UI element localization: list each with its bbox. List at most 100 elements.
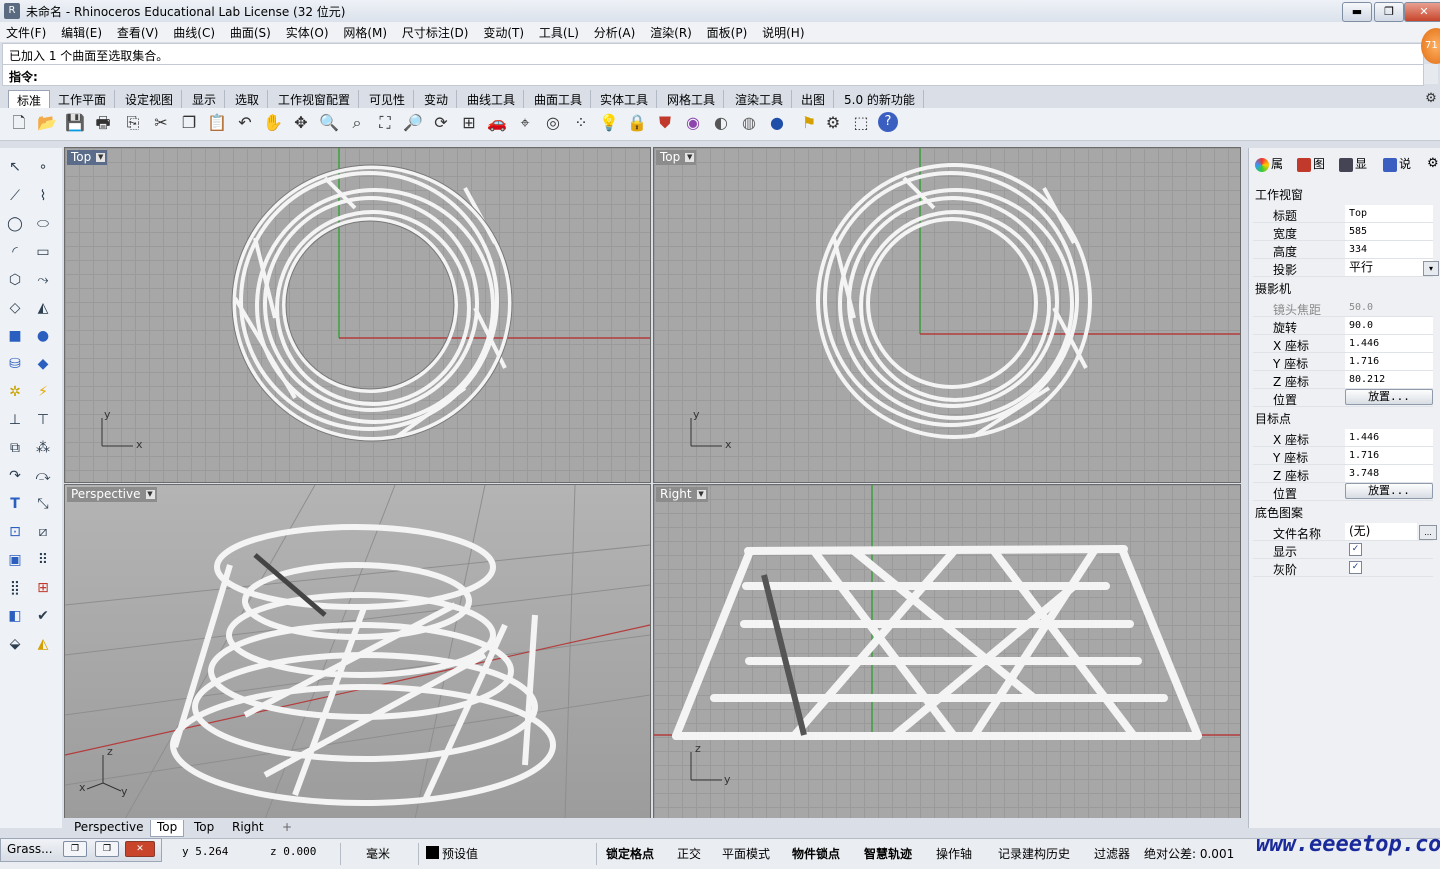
light-bulb-icon[interactable]: 💡 [598,112,620,134]
fillet-icon[interactable]: ⁂ [32,437,54,459]
point-icon[interactable]: ∘ [32,156,54,178]
ellipse-icon[interactable]: ⬭ [32,213,54,235]
tab-transform[interactable]: 变动 [416,90,458,108]
viewport-menu-chevron-icon[interactable]: ▼ [96,153,106,162]
gumball-toggle[interactable]: 操作轴 [936,845,972,862]
title-field[interactable]: Top [1345,205,1433,222]
panel-tab-display[interactable]: 显 [1337,154,1367,174]
undo-icon[interactable]: ↶ [234,112,256,134]
viewport-tab-right[interactable]: Right [226,820,270,836]
camera-icon[interactable]: ⌖ [514,112,536,134]
surface-curve-icon[interactable]: ◭ [32,297,54,319]
menu-surface[interactable]: 曲面(S) [224,22,276,41]
car-icon[interactable]: 🚗 [486,112,508,134]
toolbar-settings-gear-icon[interactable]: ⚙ [1420,88,1440,110]
align-icon[interactable]: ⣿ [4,577,26,599]
record-history-toggle[interactable]: 记录建构历史 [998,845,1070,862]
show-checkbox[interactable]: ✓ [1349,543,1362,556]
save-icon[interactable]: 💾 [64,112,86,134]
projection-chevron-down-icon[interactable]: ▾ [1423,261,1439,276]
new-file-icon[interactable]: 🗋 [8,112,30,134]
height-field[interactable]: 334 [1345,241,1433,258]
tab-set-view[interactable]: 设定视图 [117,90,183,108]
viewport-label-perspective[interactable]: Perspective ▼ [67,487,157,502]
rhino-app-icon[interactable]: R [4,3,20,19]
projection-select[interactable]: 平行 [1345,259,1433,276]
target-z-field[interactable]: 3.748 [1345,465,1433,482]
menu-mesh[interactable]: 网格(M) [337,22,392,41]
chamfer-icon[interactable]: ↷ [4,465,26,487]
zoom-icon[interactable]: 🔍 [318,112,340,134]
group-icon[interactable]: ⧉ [4,437,26,459]
shield-icon[interactable]: ⛊ [654,112,676,134]
close-button[interactable]: ✕ [1404,2,1440,22]
pan-hand-icon[interactable]: ✋ [262,112,284,134]
polygon-icon[interactable]: ⬡ [4,269,26,291]
panel-tab-properties[interactable]: 属 [1253,154,1283,174]
minimize-button[interactable]: ▬ [1342,2,1372,22]
cut-icon[interactable]: ✂ [150,112,172,134]
sphere-icon[interactable]: ● [32,325,54,347]
viewport-label-top-2[interactable]: Top ▼ [656,150,697,165]
transform-icon[interactable]: ⧄ [32,521,54,543]
box-icon[interactable]: ■ [4,325,26,347]
grasshopper-minimized-window[interactable]: Grass... ❐ ❐ ✕ [0,838,162,862]
tab-mesh-tools[interactable]: 网格工具 [659,90,725,108]
menu-solid[interactable]: 实体(O) [280,22,334,41]
layer-label[interactable]: 预设值 [442,845,478,862]
analysis-icon[interactable]: ▣ [4,549,26,571]
menu-edit[interactable]: 编辑(E) [55,22,107,41]
maximize-button[interactable]: ❐ [1374,2,1404,22]
planar-toggle[interactable]: 平面模式 [722,845,770,862]
rotate-view-icon[interactable]: ⟳ [430,112,452,134]
import-icon[interactable]: ⎘ [122,112,144,134]
filter-toggle[interactable]: 过滤器 [1094,845,1130,862]
target-y-field[interactable]: 1.716 [1345,447,1433,464]
array-grid-icon[interactable]: ⠿ [32,549,54,571]
color-wheel-icon[interactable]: ◉ [682,112,704,134]
menu-help[interactable]: 说明(H) [756,22,809,41]
open-folder-icon[interactable]: 📂 [36,112,58,134]
add-viewport-tab-button[interactable]: + [276,820,298,836]
grasshopper-close-button[interactable]: ✕ [125,841,155,857]
grayscale-checkbox[interactable]: ✓ [1349,561,1362,574]
ortho-toggle[interactable]: 正交 [677,845,701,862]
polyline-icon[interactable]: ⟋ [4,185,26,207]
light-icon[interactable]: ◭ [32,633,54,655]
tab-curve-tools[interactable]: 曲线工具 [459,90,525,108]
tab-drafting[interactable]: 出图 [793,90,835,108]
osnap-toggle[interactable]: 物件锁点 [792,845,840,862]
cylinder-icon[interactable]: ⛁ [4,353,26,375]
render-icon[interactable]: ◧ [4,605,26,627]
shaded-sphere-icon[interactable]: ◍ [738,112,760,134]
circle-icon[interactable]: ◯ [4,213,26,235]
viewport-tab-top[interactable]: Top [150,820,185,837]
panel-gear-icon[interactable]: ⚙ [1425,154,1439,174]
menu-analyze[interactable]: 分析(A) [588,22,641,41]
select-arrow-icon[interactable]: ↖ [4,156,26,178]
text-icon[interactable]: T [4,493,26,515]
paste-icon[interactable]: 📋 [206,112,228,134]
surface-corner-icon[interactable]: ◇ [4,297,26,319]
material-icon[interactable]: ⬙ [4,633,26,655]
boolean-icon[interactable]: ✲ [4,381,26,403]
array-icon[interactable]: ⤡ [32,493,54,515]
grasshopper-maximize-button[interactable]: ❐ [95,841,119,857]
viewport-menu-chevron-icon[interactable]: ▼ [685,153,695,162]
curve-edit-icon[interactable]: ⤳ [32,269,54,291]
target-place-button[interactable]: 放置... [1345,483,1433,499]
panel-tab-layers[interactable]: 图 [1295,154,1325,174]
browse-file-button[interactable]: ... [1419,525,1437,540]
blue-sphere-icon[interactable]: ● [766,112,788,134]
camera-z-field[interactable]: 80.212 [1345,371,1433,388]
camera-place-button[interactable]: 放置... [1345,389,1433,405]
viewport-menu-chevron-icon[interactable]: ▼ [696,490,706,499]
menu-render[interactable]: 渲染(R) [644,22,697,41]
rectangle-icon[interactable]: ▭ [32,241,54,263]
settings-gear-icon[interactable]: ⚙ [822,112,844,134]
points-icon[interactable]: ⁘ [570,112,592,134]
curvature-icon[interactable]: ⊞ [32,577,54,599]
rotation-field[interactable]: 90.0 [1345,317,1433,334]
viewport-tab-perspective[interactable]: Perspective [68,820,150,836]
tab-display[interactable]: 显示 [184,90,226,108]
